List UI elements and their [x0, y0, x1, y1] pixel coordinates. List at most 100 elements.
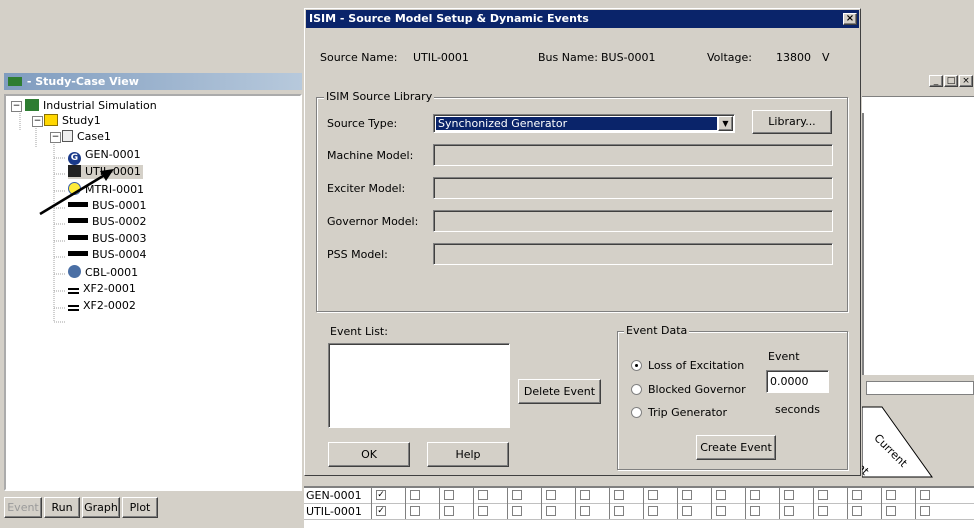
help-button[interactable]: Help	[427, 442, 509, 467]
voltage-value: 13800	[776, 51, 811, 64]
grid-checkbox[interactable]	[920, 490, 930, 500]
grid-column-separator	[643, 487, 644, 503]
grid-column-separator	[881, 503, 882, 519]
machine-model-label: Machine Model:	[327, 149, 414, 162]
grid-column-separator	[609, 487, 610, 503]
grid-checkbox[interactable]	[784, 490, 794, 500]
governor-model-label: Governor Model:	[327, 215, 419, 228]
grid-column-separator	[711, 487, 712, 503]
grid-column-separator	[813, 487, 814, 503]
grid-checkbox[interactable]	[886, 506, 896, 516]
grid-checkbox[interactable]	[410, 490, 420, 500]
trip-generator-label: Trip Generator	[648, 406, 728, 419]
blocked-governor-label: Blocked Governor	[648, 383, 746, 396]
grid-checkbox[interactable]	[546, 506, 556, 516]
run-button[interactable]: Run	[44, 497, 80, 518]
grid-checkbox[interactable]: ✓	[376, 506, 386, 516]
grid-checkbox[interactable]	[478, 490, 488, 500]
grid-checkbox[interactable]	[444, 490, 454, 500]
grid-checkbox[interactable]	[784, 506, 794, 516]
source-name-label: Source Name:	[320, 51, 398, 64]
event-time-input[interactable]: 0.0000	[766, 370, 829, 393]
grid-checkbox[interactable]	[886, 490, 896, 500]
grid-checkbox[interactable]	[410, 506, 420, 516]
grid-checkbox[interactable]	[852, 506, 862, 516]
grid-checkbox[interactable]	[580, 506, 590, 516]
radio-blocked-governor[interactable]	[631, 384, 642, 395]
event-list-label: Event List:	[330, 325, 388, 338]
grid-column-separator	[881, 487, 882, 503]
grid-checkbox[interactable]	[648, 490, 658, 500]
dialog-titlebar[interactable]: ISIM - Source Model Setup & Dynamic Even…	[306, 10, 859, 28]
grid-column-separator	[575, 487, 576, 503]
grid-checkbox[interactable]	[852, 490, 862, 500]
grid-column-separator	[677, 503, 678, 519]
grid-column-separator	[779, 503, 780, 519]
grid-column-separator	[711, 503, 712, 519]
grid-column-separator	[507, 487, 508, 503]
event-button[interactable]: Event	[4, 497, 42, 518]
grid-checkbox[interactable]	[682, 490, 692, 500]
grid-checkbox[interactable]	[614, 506, 624, 516]
grid-checkbox[interactable]	[512, 490, 522, 500]
grid-column-separator	[439, 487, 440, 503]
grid-checkbox[interactable]: ✓	[376, 490, 386, 500]
background-window-lower: Current nt	[862, 377, 974, 485]
grid-column-separator	[847, 487, 848, 503]
ok-button[interactable]: OK	[328, 442, 410, 467]
element-grid: GEN-0001 UTIL-0001 ✓ ✓	[304, 486, 974, 528]
chevron-down-icon[interactable]: ▼	[718, 116, 733, 131]
maximize-icon[interactable]: □	[944, 75, 958, 87]
source-type-select[interactable]: Synchonized Generator ▼	[433, 114, 735, 133]
grid-checkbox[interactable]	[818, 490, 828, 500]
machine-model-field[interactable]	[433, 144, 833, 166]
delete-event-button[interactable]: Delete Event	[518, 379, 601, 404]
rotated-header: Current nt	[862, 406, 933, 478]
grid-checkbox[interactable]	[716, 490, 726, 500]
grid-checkbox[interactable]	[478, 506, 488, 516]
grid-checkbox[interactable]	[716, 506, 726, 516]
exciter-model-field[interactable]	[433, 177, 833, 199]
voltage-label: Voltage:	[707, 51, 752, 64]
grid-column-separator	[473, 503, 474, 519]
radio-loss-of-excitation[interactable]	[631, 360, 642, 371]
source-library-legend: ISIM Source Library	[324, 90, 435, 103]
pss-model-field[interactable]	[433, 243, 833, 265]
grid-column-separator	[507, 503, 508, 519]
create-event-button[interactable]: Create Event	[696, 435, 776, 460]
grid-checkbox[interactable]	[920, 506, 930, 516]
grid-checkbox[interactable]	[648, 506, 658, 516]
plot-button[interactable]: Plot	[122, 497, 158, 518]
source-name-value: UTIL-0001	[413, 51, 469, 64]
grid-checkbox[interactable]	[750, 490, 760, 500]
grid-column-separator	[609, 503, 610, 519]
grid-column-separator	[405, 487, 406, 503]
grid-column-separator	[745, 487, 746, 503]
grid-checkbox[interactable]	[682, 506, 692, 516]
library-button[interactable]: Library...	[752, 110, 832, 134]
background-window-titlebar[interactable]: _ □ ×	[862, 73, 974, 90]
close-icon[interactable]: ×	[959, 75, 973, 87]
grid-checkbox[interactable]	[444, 506, 454, 516]
grid-checkbox[interactable]	[750, 506, 760, 516]
grid-column-separator	[847, 503, 848, 519]
grid-column-separator	[677, 487, 678, 503]
grid-checkbox[interactable]	[546, 490, 556, 500]
grid-row-label: GEN-0001	[306, 489, 362, 502]
minimize-icon[interactable]: _	[929, 75, 943, 87]
close-icon[interactable]: ×	[843, 13, 857, 25]
grid-checkbox[interactable]	[580, 490, 590, 500]
grid-checkbox[interactable]	[512, 506, 522, 516]
grid-checkbox[interactable]	[818, 506, 828, 516]
grid-column-separator	[575, 503, 576, 519]
governor-model-field[interactable]	[433, 210, 833, 232]
grid-column-separator	[541, 503, 542, 519]
grid-checkbox[interactable]	[614, 490, 624, 500]
source-type-value: Synchonized Generator	[436, 117, 717, 130]
grid-column-separator	[643, 503, 644, 519]
radio-trip-generator[interactable]	[631, 407, 642, 418]
grid-column-separator	[371, 503, 372, 519]
graph-button[interactable]: Graph	[82, 497, 120, 518]
grid-column-separator	[745, 503, 746, 519]
event-list[interactable]	[328, 343, 510, 428]
